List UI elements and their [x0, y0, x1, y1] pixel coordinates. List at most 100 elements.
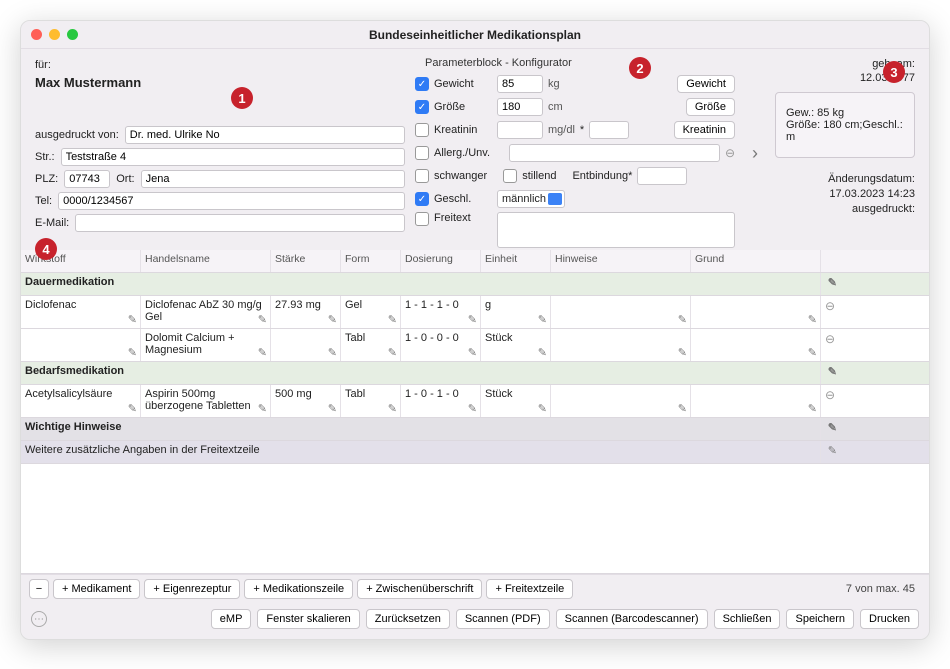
remove-icon[interactable]: [825, 388, 835, 402]
allerg-checkbox[interactable]: [415, 146, 429, 160]
table-cell[interactable]: ✎: [691, 296, 821, 328]
tel-field[interactable]: [58, 192, 405, 210]
pencil-icon[interactable]: ✎: [678, 313, 687, 326]
table-cell[interactable]: ✎: [691, 385, 821, 417]
table-cell[interactable]: Tabl✎: [341, 329, 401, 361]
minimize-icon[interactable]: [49, 29, 60, 40]
skalieren-button[interactable]: Fenster skalieren: [257, 609, 359, 629]
pencil-icon[interactable]: ✎: [828, 421, 837, 434]
allerg-remove-icon[interactable]: [725, 146, 735, 160]
table-cell[interactable]: ✎: [271, 329, 341, 361]
help-icon[interactable]: ⋯: [31, 611, 47, 627]
row-remove[interactable]: [821, 296, 841, 328]
pencil-icon[interactable]: ✎: [328, 313, 337, 326]
pencil-icon[interactable]: ✎: [328, 346, 337, 359]
gewicht-button[interactable]: Gewicht: [677, 75, 735, 93]
pencil-icon[interactable]: ✎: [538, 313, 547, 326]
ort-field[interactable]: [141, 170, 405, 188]
pencil-icon[interactable]: ✎: [258, 402, 267, 415]
groesse-button[interactable]: Größe: [686, 98, 735, 116]
pencil-icon[interactable]: ✎: [468, 346, 477, 359]
close-icon[interactable]: [31, 29, 42, 40]
table-cell[interactable]: Aspirin 500mg überzogene Tabletten✎: [141, 385, 271, 417]
table-cell[interactable]: 1 - 1 - 1 - 0✎: [401, 296, 481, 328]
pencil-icon[interactable]: ✎: [328, 402, 337, 415]
pencil-icon[interactable]: ✎: [468, 313, 477, 326]
pencil-icon[interactable]: ✎: [128, 346, 137, 359]
apply-arrow[interactable]: ›: [745, 57, 765, 248]
table-cell[interactable]: g✎: [481, 296, 551, 328]
pencil-icon[interactable]: ✎: [808, 346, 817, 359]
zoom-icon[interactable]: [67, 29, 78, 40]
street-field[interactable]: [61, 148, 405, 166]
allerg-field[interactable]: [509, 144, 720, 162]
scan-pdf-button[interactable]: Scannen (PDF): [456, 609, 550, 629]
table-cell[interactable]: ✎: [551, 385, 691, 417]
scan-barcode-button[interactable]: Scannen (Barcodescanner): [556, 609, 708, 629]
emp-button[interactable]: eMP: [211, 609, 252, 629]
pencil-icon[interactable]: ✎: [538, 402, 547, 415]
pencil-icon[interactable]: ✎: [388, 313, 397, 326]
plz-field[interactable]: [64, 170, 110, 188]
zuruecksetzen-button[interactable]: Zurücksetzen: [366, 609, 450, 629]
gewicht-checkbox[interactable]: ✓: [415, 77, 429, 91]
table-cell[interactable]: Dolomit Calcium + Magnesium✎: [141, 329, 271, 361]
table-cell[interactable]: Stück✎: [481, 385, 551, 417]
remove-row-button[interactable]: −: [29, 579, 49, 599]
table-cell[interactable]: ✎: [551, 296, 691, 328]
table-row[interactable]: ✎Dolomit Calcium + Magnesium✎✎Tabl✎1 - 0…: [21, 329, 929, 362]
drucken-button[interactable]: Drucken: [860, 609, 919, 629]
geschl-select[interactable]: männlich: [497, 190, 565, 208]
table-row[interactable]: Diclofenac✎Diclofenac AbZ 30 mg/g Gel✎27…: [21, 296, 929, 329]
add-freitextzeile-button[interactable]: + Freitextzeile: [486, 579, 573, 599]
add-medikationszeile-button[interactable]: + Medikationszeile: [244, 579, 353, 599]
pencil-icon[interactable]: ✎: [808, 313, 817, 326]
pencil-icon[interactable]: ✎: [678, 402, 687, 415]
pencil-icon[interactable]: ✎: [828, 365, 837, 378]
add-medikament-button[interactable]: + Medikament: [53, 579, 140, 599]
table-cell[interactable]: 500 mg✎: [271, 385, 341, 417]
entbindung-field[interactable]: [637, 167, 687, 185]
pencil-icon[interactable]: ✎: [468, 402, 477, 415]
table-cell[interactable]: 27.93 mg✎: [271, 296, 341, 328]
pencil-icon[interactable]: ✎: [128, 313, 137, 326]
add-eigenrezeptur-button[interactable]: + Eigenrezeptur: [144, 579, 240, 599]
table-cell[interactable]: ✎: [691, 329, 821, 361]
printed-by-field[interactable]: [125, 126, 405, 144]
table-cell[interactable]: 1 - 0 - 1 - 0✎: [401, 385, 481, 417]
table-cell[interactable]: ✎: [551, 329, 691, 361]
freitext-checkbox[interactable]: [415, 212, 429, 226]
speichern-button[interactable]: Speichern: [786, 609, 854, 629]
table-cell[interactable]: Gel✎: [341, 296, 401, 328]
geschl-checkbox[interactable]: ✓: [415, 192, 429, 206]
freitext-textarea[interactable]: [497, 212, 735, 248]
groesse-field[interactable]: [497, 98, 543, 116]
pencil-icon[interactable]: ✎: [808, 402, 817, 415]
kreatinin-field[interactable]: [497, 121, 543, 139]
row-remove[interactable]: [821, 385, 841, 417]
pencil-icon[interactable]: ✎: [828, 276, 837, 289]
pencil-icon[interactable]: ✎: [678, 346, 687, 359]
table-cell[interactable]: ✎: [21, 329, 141, 361]
pencil-icon[interactable]: ✎: [128, 402, 137, 415]
table-cell[interactable]: Diclofenac AbZ 30 mg/g Gel✎: [141, 296, 271, 328]
table-cell[interactable]: Stück✎: [481, 329, 551, 361]
kreatinin-checkbox[interactable]: [415, 123, 429, 137]
add-zwischenueberschrift-button[interactable]: + Zwischenüberschrift: [357, 579, 482, 599]
schwanger-checkbox[interactable]: [415, 169, 429, 183]
kreatinin-button[interactable]: Kreatinin: [674, 121, 735, 139]
remove-icon[interactable]: [825, 299, 835, 313]
pencil-icon[interactable]: ✎: [388, 346, 397, 359]
groesse-checkbox[interactable]: ✓: [415, 100, 429, 114]
row-remove[interactable]: [821, 329, 841, 361]
table-row[interactable]: Acetylsalicylsäure✎Aspirin 500mg überzog…: [21, 385, 929, 418]
schliessen-button[interactable]: Schließen: [714, 609, 781, 629]
pencil-icon[interactable]: ✎: [828, 444, 837, 457]
pencil-icon[interactable]: ✎: [258, 346, 267, 359]
pencil-icon[interactable]: ✎: [538, 346, 547, 359]
table-cell[interactable]: Acetylsalicylsäure✎: [21, 385, 141, 417]
email-field[interactable]: [75, 214, 405, 232]
pencil-icon[interactable]: ✎: [258, 313, 267, 326]
kreatinin-extra-field[interactable]: [589, 121, 629, 139]
pencil-icon[interactable]: ✎: [388, 402, 397, 415]
